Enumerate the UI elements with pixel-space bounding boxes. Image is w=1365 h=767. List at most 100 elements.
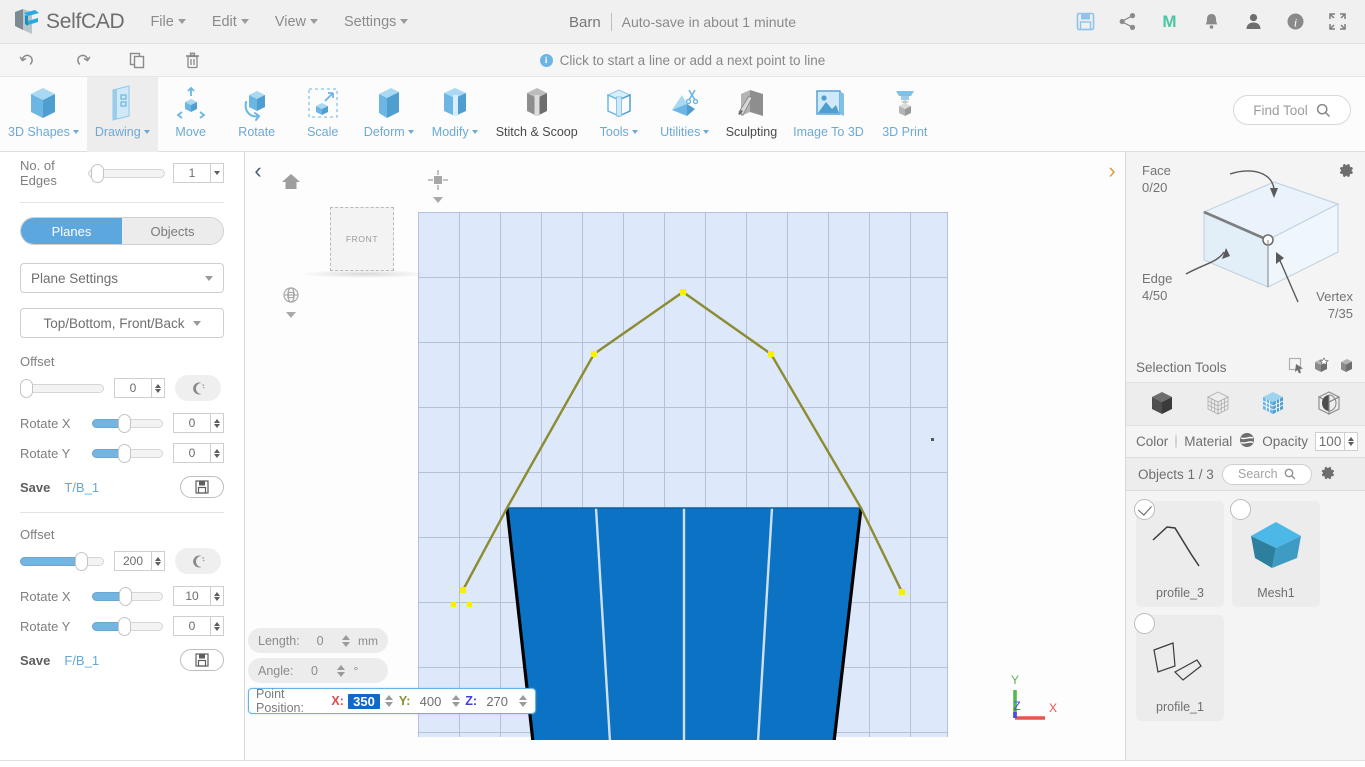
angle-field[interactable]: Angle: 0 ° <box>248 658 388 683</box>
rotate-y-slider-2[interactable] <box>92 616 163 636</box>
point-x-value[interactable]: 350 <box>347 693 381 709</box>
rotate-y-value-1[interactable]: 0 <box>173 443 211 463</box>
point-y-spin[interactable] <box>451 692 462 710</box>
planes-objects-toggle[interactable]: Planes Objects <box>20 217 224 245</box>
object-card-profile-3[interactable]: profile_3 <box>1134 499 1224 607</box>
object-select-checkbox[interactable] <box>1134 499 1155 520</box>
no-of-edges-stepper[interactable]: 1 <box>173 163 224 183</box>
collapse-left-panel-button[interactable]: ‹ <box>247 158 269 184</box>
3d-viewport[interactable]: ‹ › FRONT Length: 0 mm Angle: 0 ° Point … <box>245 152 1125 760</box>
no-of-edges-value[interactable]: 1 <box>173 163 211 183</box>
rotate-x-stepper-1[interactable]: 0 <box>173 413 224 433</box>
tool-modify[interactable]: Modify <box>422 77 488 152</box>
rotate-x-value-1[interactable]: 0 <box>173 413 211 433</box>
point-z-spin[interactable] <box>517 692 528 710</box>
length-value[interactable]: 0 <box>306 634 335 648</box>
offset-spin-1[interactable] <box>152 378 165 398</box>
tool-stitch-scoop[interactable]: Stitch & Scoop <box>488 77 586 152</box>
object-mode-icon[interactable] <box>1149 390 1175 419</box>
offset-value-2[interactable]: 200 <box>114 551 152 571</box>
tab-objects[interactable]: Objects <box>122 218 223 244</box>
rotate-x-slider-2[interactable] <box>92 586 163 606</box>
plane-axis-select[interactable]: Top/Bottom, Front/Back <box>20 308 224 338</box>
point-x-spin[interactable] <box>384 692 395 710</box>
m-logo-icon[interactable]: M <box>1159 12 1179 32</box>
rotate-x-value-2[interactable]: 10 <box>173 586 211 606</box>
face-mode-icon[interactable] <box>1260 390 1286 419</box>
rotate-x-slider-1[interactable] <box>92 413 163 433</box>
point-position-field[interactable]: Point Position: X: 350 Y: 400 Z: 270 <box>248 687 536 715</box>
save-button-2[interactable] <box>180 649 224 671</box>
rotate-y-spin-2[interactable] <box>211 616 224 636</box>
rotate-x-stepper-2[interactable]: 10 <box>173 586 224 606</box>
tool-utilities[interactable]: Utilities <box>652 77 718 152</box>
save-icon[interactable] <box>1075 12 1095 32</box>
rotate-y-spin-1[interactable] <box>211 443 224 463</box>
color-swatch[interactable] <box>1175 434 1178 449</box>
wireframe-mode-icon[interactable] <box>1205 390 1231 419</box>
tool-3d-print[interactable]: 3D Print <box>872 77 938 152</box>
tool-scale[interactable]: Scale <box>290 77 356 152</box>
viewport-tool-orbit[interactable] <box>281 285 301 318</box>
object-select-checkbox[interactable] <box>1230 499 1251 520</box>
view-cube-front[interactable]: FRONT <box>330 207 394 271</box>
brand-logo[interactable]: SelfCAD <box>0 8 125 35</box>
info-icon[interactable]: i <box>1285 12 1305 32</box>
objects-search-input[interactable]: Search <box>1221 463 1312 485</box>
find-tool-input[interactable]: Find Tool <box>1233 95 1351 125</box>
share-icon[interactable] <box>1117 12 1137 32</box>
rotate-x-spin-1[interactable] <box>211 413 224 433</box>
user-icon[interactable] <box>1243 12 1263 32</box>
viewport-tool-snap[interactable] <box>428 170 448 203</box>
tool-rotate[interactable]: Rotate <box>224 77 290 152</box>
object-card-mesh1[interactable]: Mesh1 <box>1230 499 1320 607</box>
axis-gizmo[interactable]: Y X Z <box>1005 668 1065 728</box>
object-select-checkbox[interactable] <box>1134 613 1155 634</box>
offset-slider-2[interactable] <box>20 551 104 571</box>
rect-select-icon[interactable] <box>1288 357 1305 377</box>
opacity-stepper[interactable]: 100 <box>1315 432 1359 451</box>
copy-button[interactable] <box>110 44 165 77</box>
no-of-edges-slider[interactable] <box>88 163 165 183</box>
opacity-spin[interactable] <box>1345 432 1359 451</box>
tool-deform[interactable]: Deform <box>356 77 422 152</box>
save-name-2[interactable]: F/B_1 <box>64 653 99 668</box>
bell-icon[interactable] <box>1201 12 1221 32</box>
collapse-right-panel-button[interactable]: › <box>1101 158 1123 184</box>
trash-icon[interactable] <box>165 44 220 77</box>
offset-value-1[interactable]: 0 <box>114 378 152 398</box>
offset-reset-button-2[interactable] <box>175 548 221 574</box>
chevron-down-icon[interactable] <box>433 197 443 203</box>
tool-move[interactable]: Move <box>158 77 224 152</box>
length-spin[interactable] <box>340 632 352 650</box>
no-of-edges-spin[interactable] <box>211 163 224 183</box>
offset-reset-button-1[interactable] <box>175 375 221 401</box>
point-z-value[interactable]: 270 <box>481 694 513 709</box>
offset-spin-2[interactable] <box>152 551 165 571</box>
save-button-1[interactable] <box>180 476 224 498</box>
menu-settings[interactable]: Settings <box>342 10 410 34</box>
opacity-value[interactable]: 100 <box>1315 432 1346 451</box>
angle-spin[interactable] <box>335 662 347 680</box>
menu-edit[interactable]: Edit <box>210 10 251 34</box>
objects-settings-gear-icon[interactable] <box>1320 465 1336 484</box>
length-field[interactable]: Length: 0 mm <box>248 628 388 653</box>
menu-view[interactable]: View <box>273 10 320 34</box>
chevron-down-icon[interactable] <box>286 312 296 318</box>
tool-3d-shapes[interactable]: 3D Shapes <box>0 77 87 152</box>
box-select-icon[interactable] <box>1338 357 1355 377</box>
offset-stepper-2[interactable]: 200 <box>114 551 165 571</box>
sphere-mode-icon[interactable] <box>1316 390 1342 419</box>
material-icon[interactable] <box>1239 432 1255 451</box>
tool-sculpting[interactable]: Sculpting <box>718 77 785 152</box>
menu-file[interactable]: File <box>148 10 187 34</box>
tool-tools[interactable]: Tools <box>586 77 652 152</box>
object-card-profile-1[interactable]: profile_1 <box>1134 613 1224 721</box>
offset-slider-1[interactable] <box>20 378 104 398</box>
tool-image-to-3d[interactable]: Image To 3D <box>785 77 872 152</box>
save-name-1[interactable]: T/B_1 <box>64 480 99 495</box>
rotate-y-value-2[interactable]: 0 <box>173 616 211 636</box>
tool-drawing[interactable]: Drawing <box>86 77 158 152</box>
undo-button[interactable] <box>0 44 55 77</box>
box-select-add-icon[interactable] <box>1313 357 1330 377</box>
